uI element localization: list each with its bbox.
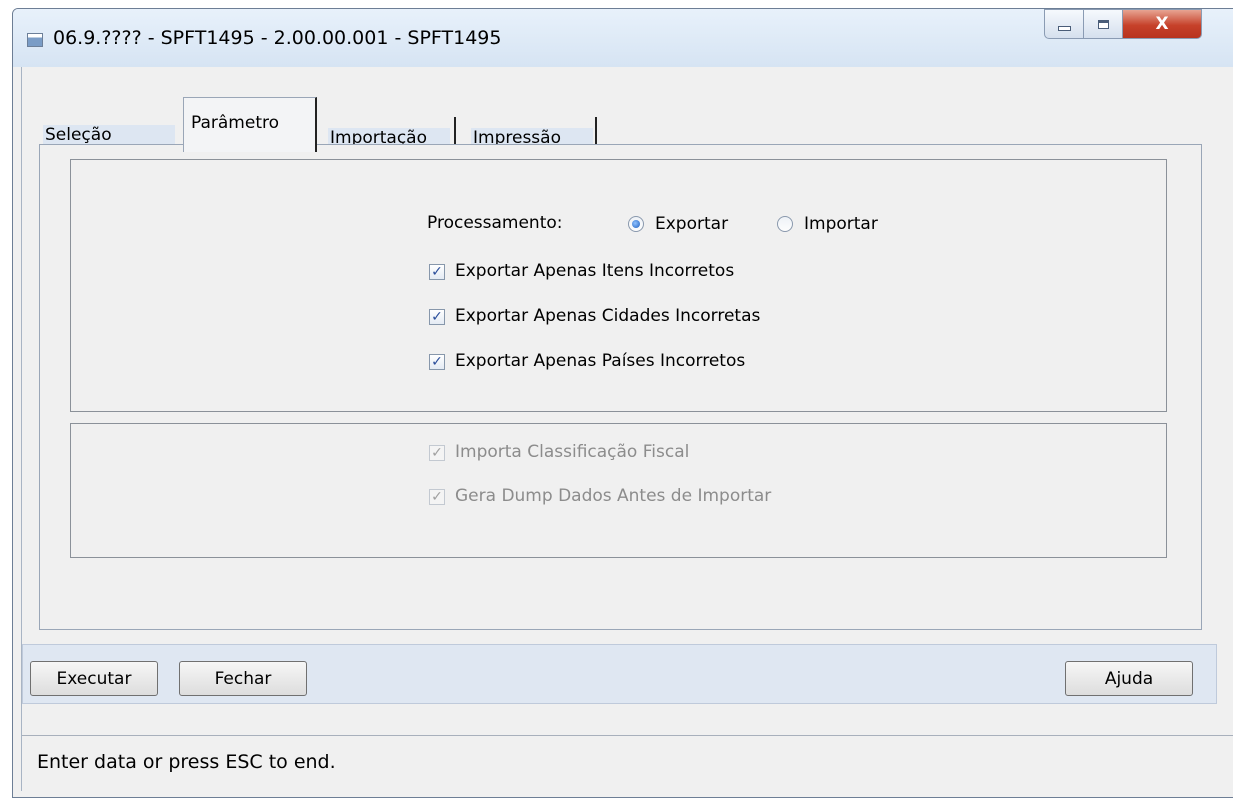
maximize-button[interactable] — [1083, 9, 1123, 39]
executar-button[interactable]: Executar — [30, 661, 158, 696]
checkbox-importa-classificacao-label: Importa Classificação Fiscal — [455, 442, 690, 462]
checkbox-exportar-itens-label[interactable]: Exportar Apenas Itens Incorretos — [455, 261, 734, 281]
application-window: 06.9.???? - SPFT1495 - 2.00.00.001 - SPF… — [12, 8, 1233, 798]
dialog-client-area: Seleção Parâmetro Importação Impressão P… — [21, 67, 1233, 792]
ajuda-button[interactable]: Ajuda — [1065, 661, 1193, 696]
export-options-group: Processamento: Exportar Importar ✓ Expor… — [70, 159, 1167, 412]
checkbox-exportar-cidades-label[interactable]: Exportar Apenas Cidades Incorretas — [455, 306, 760, 326]
import-options-group: ✓ Importa Classificação Fiscal ✓ Gera Du… — [70, 423, 1167, 558]
minimize-icon — [1057, 25, 1071, 31]
processamento-label: Processamento: — [427, 213, 563, 233]
minimize-button[interactable] — [1044, 9, 1084, 39]
status-bar: Enter data or press ESC to end. — [22, 735, 1233, 792]
tab-label: Parâmetro — [191, 113, 280, 133]
radio-exportar-label[interactable]: Exportar — [655, 214, 728, 234]
radio-importar-label[interactable]: Importar — [804, 214, 878, 234]
tab-panel-parametro: Processamento: Exportar Importar ✓ Expor… — [39, 144, 1202, 630]
app-window-icon — [27, 33, 43, 47]
radio-exportar[interactable] — [628, 216, 644, 232]
status-text: Enter data or press ESC to end. — [37, 751, 336, 773]
checkbox-exportar-cidades[interactable]: ✓ — [429, 309, 445, 325]
checkbox-importa-classificacao: ✓ — [429, 445, 445, 461]
checkbox-exportar-paises[interactable]: ✓ — [429, 354, 445, 370]
maximize-icon — [1097, 19, 1109, 29]
tab-parametro[interactable]: Parâmetro — [183, 97, 317, 152]
checkbox-gera-dump-label: Gera Dump Dados Antes de Importar — [455, 486, 772, 506]
tab-label: Seleção — [43, 125, 175, 145]
checkbox-exportar-itens[interactable]: ✓ — [429, 264, 445, 280]
radio-importar[interactable] — [777, 216, 793, 232]
checkbox-gera-dump: ✓ — [429, 489, 445, 505]
window-title: 06.9.???? - SPFT1495 - 2.00.00.001 - SPF… — [53, 27, 502, 49]
button-bar: Executar Fechar Ajuda — [22, 644, 1217, 704]
title-bar[interactable]: 06.9.???? - SPFT1495 - 2.00.00.001 - SPF… — [13, 9, 1233, 67]
checkbox-exportar-paises-label[interactable]: Exportar Apenas Países Incorretos — [455, 351, 745, 371]
fechar-button[interactable]: Fechar — [179, 661, 307, 696]
close-icon: X — [1155, 14, 1169, 34]
close-button[interactable]: X — [1122, 9, 1202, 39]
